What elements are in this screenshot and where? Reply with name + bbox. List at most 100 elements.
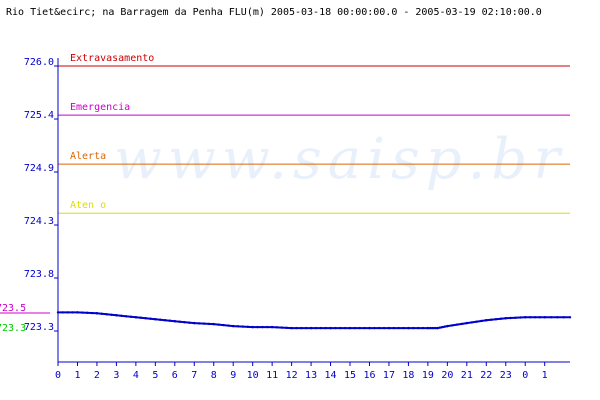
series-point [144, 317, 147, 320]
series-point [202, 322, 206, 325]
x-tick-label: 12 [286, 370, 298, 381]
series-point [134, 316, 138, 319]
series-point [556, 316, 559, 319]
series-point [334, 326, 337, 330]
series-point [76, 311, 79, 314]
x-tick-label: 23 [500, 370, 512, 381]
series-point [183, 321, 186, 324]
series-point [485, 319, 488, 322]
series-point [549, 316, 553, 319]
series-point [95, 312, 99, 315]
x-tick-label: 21 [461, 370, 473, 381]
threshold-label: Alerta [70, 151, 106, 162]
series-line [58, 311, 570, 330]
series-point [429, 326, 432, 330]
series-point [455, 323, 459, 326]
chart-title: Rio Tiet&ecirc; na Barragem da Penha FLU… [6, 7, 542, 18]
series-point [543, 316, 546, 319]
series-point [90, 311, 94, 315]
series-point [392, 326, 395, 330]
series-point [465, 321, 468, 325]
x-tick-label: 6 [172, 370, 178, 381]
series-point [193, 321, 196, 325]
watermark: www.saisp.br [114, 127, 566, 192]
y-tick-label: 726.0 [24, 57, 54, 68]
threshold-label: Extravasamento [70, 53, 154, 64]
series-point [348, 326, 352, 330]
series-point [86, 311, 89, 314]
series-point [397, 326, 400, 330]
series-point [81, 311, 84, 314]
series-point [207, 322, 211, 326]
series-point [149, 317, 152, 320]
series-point [266, 325, 269, 329]
series-point [434, 326, 437, 330]
series-point [154, 318, 157, 321]
x-tick-label: 2 [94, 370, 100, 381]
series-point [421, 326, 425, 330]
series-point [562, 316, 565, 319]
series-point [236, 325, 240, 328]
series-point [343, 326, 347, 330]
series-point [494, 318, 498, 321]
series-point [290, 326, 293, 330]
series-point [61, 311, 65, 314]
series-point [382, 326, 386, 330]
y-tick-label: 724.3 [24, 216, 54, 227]
threshold-label: Aten o [70, 200, 106, 211]
series-point [528, 316, 532, 319]
series-point [212, 322, 215, 326]
series-point [533, 316, 537, 319]
series-point [460, 322, 464, 326]
series-point [285, 326, 288, 329]
series-point [129, 315, 133, 318]
x-tick-label: 14 [325, 370, 337, 381]
series-point [504, 317, 507, 320]
x-tick-label: 22 [480, 370, 492, 381]
series-point [358, 326, 361, 330]
series-point [168, 319, 172, 322]
series-point [100, 312, 104, 315]
marker-label: 723.3 [0, 323, 26, 334]
series-point [217, 323, 220, 326]
x-tick-label: 0 [522, 370, 528, 381]
series-point [499, 317, 503, 320]
series-point [115, 314, 118, 317]
x-tick-label: 11 [266, 370, 278, 381]
x-tick-label: 0 [55, 370, 61, 381]
series-point [538, 316, 541, 319]
x-tick-label: 15 [344, 370, 356, 381]
series-point [519, 316, 522, 319]
series-point [280, 326, 284, 329]
series-point [329, 326, 332, 330]
series-point [568, 316, 572, 319]
series-point [305, 326, 308, 330]
series-point [431, 326, 434, 330]
series-point [490, 318, 493, 321]
series-point [368, 326, 371, 330]
series-point [353, 326, 357, 330]
series-layer [56, 311, 572, 330]
series-point [71, 311, 74, 314]
x-tick-label: 18 [402, 370, 414, 381]
series-point [110, 313, 113, 316]
x-tick-label: 16 [363, 370, 375, 381]
series-point [159, 318, 162, 321]
series-point [270, 325, 274, 329]
series-point [475, 320, 478, 323]
series-point [139, 316, 142, 319]
series-point [373, 326, 376, 330]
threshold-label: Emergencia [70, 102, 130, 113]
series-point [387, 326, 391, 330]
x-tick-label: 5 [152, 370, 158, 381]
series-point [120, 314, 123, 317]
series-point [314, 326, 318, 330]
series-point [407, 326, 410, 330]
series-point [378, 326, 381, 330]
series-point [441, 325, 444, 329]
y-tick-label: 723.3 [24, 322, 54, 333]
x-tick-label: 7 [191, 370, 197, 381]
series-point [256, 325, 259, 329]
series-point [261, 325, 264, 329]
series-point [443, 325, 447, 328]
